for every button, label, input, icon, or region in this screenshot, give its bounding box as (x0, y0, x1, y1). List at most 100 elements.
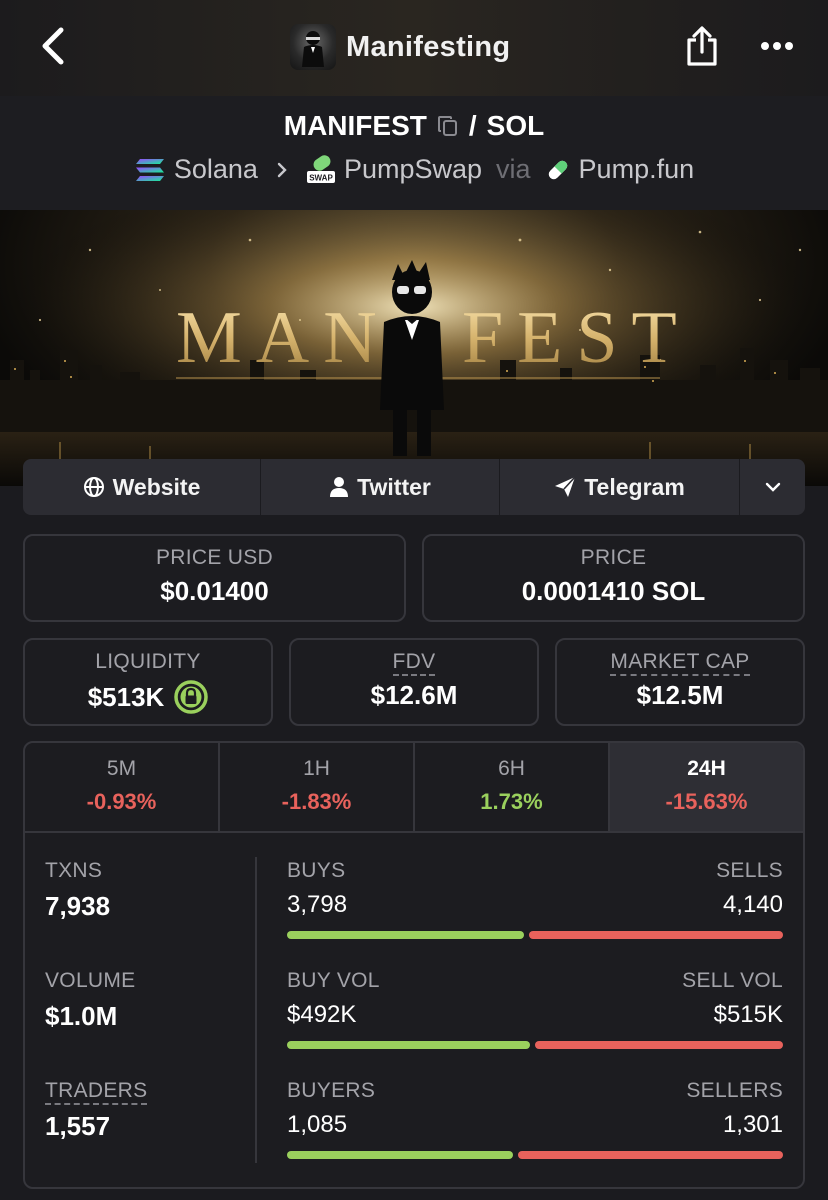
telegram-label: Telegram (584, 473, 685, 500)
buy-vol-value: $492K (287, 1001, 357, 1028)
tab-5m-label: 5M (106, 757, 137, 780)
website-link[interactable]: Website (23, 459, 261, 515)
telegram-link[interactable]: Telegram (500, 459, 740, 515)
price-usd-value: $0.01400 (160, 576, 269, 606)
sell-vol-value: $515K (713, 1001, 783, 1028)
token-avatar (290, 24, 336, 70)
price-native-value: 0.0001410 SOL (521, 576, 706, 606)
volume-split-row: BUY VOL SELL VOL $492K $515K (287, 969, 783, 1079)
column-divider (255, 857, 257, 1163)
dex-name[interactable]: PumpSwap (344, 154, 482, 185)
share-button[interactable] (680, 22, 724, 70)
banner-artwork: MAN FEST (0, 210, 828, 486)
launchpad-name[interactable]: Pump.fun (579, 154, 695, 185)
market-cap-value: $12.5M (636, 680, 724, 710)
timeframe-tabs: 5M -0.93% 1H -1.83% 6H 1.73% 24H -15.63% (25, 743, 803, 833)
fdv-value: $12.6M (370, 680, 458, 710)
fdv-card: FDV $12.6M (289, 638, 539, 726)
website-label: Website (112, 473, 201, 500)
liquidity-value: $513K (87, 681, 165, 712)
sell-vol-label: SELL VOL (682, 969, 783, 992)
volume-value: $1.0M (45, 1001, 118, 1031)
tab-24h-change: -15.63% (665, 789, 748, 814)
fdv-label[interactable]: FDV (392, 650, 436, 676)
copy-icon[interactable] (437, 114, 459, 138)
tab-24h-label: 24H (687, 757, 726, 780)
traders-value: 1,557 (45, 1111, 111, 1141)
buyers-value: 1,085 (287, 1111, 348, 1138)
txns-value: 7,938 (45, 891, 111, 921)
banner-title-left: MAN (176, 297, 391, 379)
chain-breadcrumb: Solana SWAP PumpSwap via Pump.fun (0, 154, 828, 185)
tab-1h-change: -1.83% (281, 789, 352, 814)
buys-sells-row: BUYS SELLS 3,798 4,140 (287, 859, 783, 969)
price-native-label: PRICE (580, 546, 647, 569)
buyers-bar-fill (287, 1151, 513, 1159)
back-button[interactable] (30, 22, 74, 70)
buy-sell-column: BUYS SELLS 3,798 4,140 BUY VOL SELL VOL … (287, 859, 783, 1187)
txns-stat: TXNS 7,938 (45, 859, 245, 969)
solana-icon (135, 158, 164, 181)
buys-bar-fill (287, 931, 525, 939)
share-icon (687, 26, 717, 66)
app-title: Manifesting (346, 30, 511, 63)
chain-name[interactable]: Solana (174, 154, 258, 185)
sellers-label: SELLERS (686, 1079, 783, 1102)
buy-vol-label: BUY VOL (287, 969, 380, 992)
more-options-button[interactable] (752, 24, 802, 68)
volume-label: VOLUME (45, 969, 136, 992)
tab-24h[interactable]: 24H -15.63% (610, 743, 803, 831)
tab-1h-label: 1H (303, 757, 330, 780)
sellers-bar-fill (517, 1151, 783, 1159)
price-native-card: PRICE 0.0001410 SOL (422, 534, 805, 622)
tab-6h-label: 6H (498, 757, 525, 780)
txns-label: TXNS (45, 859, 103, 882)
chevron-down-icon (765, 482, 780, 492)
buyers-sellers-bar (287, 1151, 783, 1159)
buys-label: BUYS (287, 859, 346, 882)
sellers-value: 1,301 (722, 1111, 783, 1138)
more-links-dropdown[interactable] (740, 459, 805, 515)
sell-vol-bar-fill (534, 1041, 783, 1049)
more-dots-icon (761, 42, 793, 50)
pair-separator: / (468, 110, 477, 141)
chevron-left-icon (42, 27, 64, 65)
tab-5m[interactable]: 5M -0.93% (25, 743, 220, 831)
liquidity-card: LIQUIDITY $513K (23, 638, 273, 726)
sells-bar-fill (529, 931, 783, 939)
volume-stat: VOLUME $1.0M (45, 969, 245, 1079)
traders-label[interactable]: TRADERS (45, 1079, 148, 1105)
quote-symbol: SOL (486, 110, 545, 141)
market-cap-label[interactable]: MARKET CAP (610, 650, 750, 676)
twitter-link[interactable]: Twitter (261, 459, 500, 515)
pair-header: MANIFEST / SOL Solana SWAP PumpSwap via … (0, 96, 828, 210)
user-icon (330, 477, 349, 497)
pumpswap-icon: SWAP (306, 154, 335, 183)
buys-value: 3,798 (287, 891, 348, 918)
social-links-bar: Website Twitter Telegram (23, 459, 805, 515)
buyers-sellers-row: BUYERS SELLERS 1,085 1,301 (287, 1079, 783, 1187)
globe-icon (83, 477, 104, 497)
token-banner: MAN FEST (0, 210, 828, 486)
sells-value: 4,140 (722, 891, 783, 918)
chevron-right-icon (276, 161, 288, 179)
buy-vol-bar-fill (287, 1041, 530, 1049)
base-symbol: MANIFEST (283, 110, 427, 141)
paper-plane-icon (555, 476, 576, 497)
pumpswap-badge-text: SWAP (309, 173, 333, 182)
summary-column: TXNS 7,938 VOLUME $1.0M TRADERS 1,557 (45, 859, 245, 1187)
top-bar: Manifesting (0, 0, 828, 96)
lock-icon[interactable] (174, 680, 209, 714)
pair-name: MANIFEST / SOL (0, 110, 828, 142)
pill-icon (548, 160, 567, 179)
banner-title-right: FEST (462, 297, 691, 379)
buys-sells-bar (287, 931, 783, 939)
tab-1h[interactable]: 1H -1.83% (220, 743, 415, 831)
tab-5m-change: -0.93% (86, 789, 157, 814)
market-cap-card: MARKET CAP $12.5M (555, 638, 805, 726)
price-usd-card: PRICE USD $0.01400 (23, 534, 406, 622)
liquidity-value-row: $513K (25, 680, 271, 714)
stats-panel: 5M -0.93% 1H -1.83% 6H 1.73% 24H -15.63%… (23, 741, 805, 1189)
tab-6h[interactable]: 6H 1.73% (415, 743, 610, 831)
price-usd-label: PRICE USD (155, 546, 274, 569)
